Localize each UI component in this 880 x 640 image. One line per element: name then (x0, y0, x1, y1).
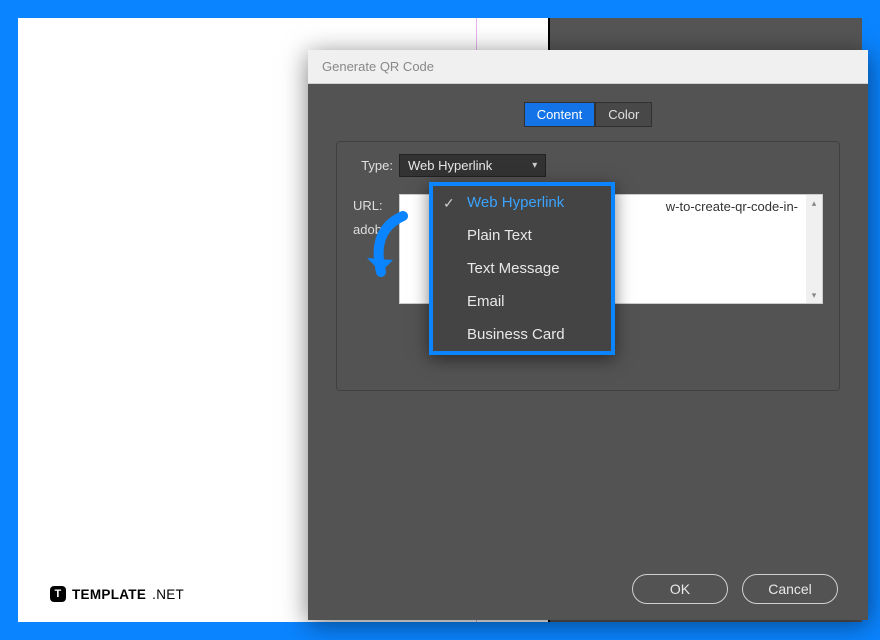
generate-qr-code-dialog: Generate QR Code Content Color Type: Web… (308, 50, 868, 620)
dialog-title: Generate QR Code (322, 59, 434, 74)
dropdown-item-business-card[interactable]: Business Card (433, 318, 611, 351)
url-label: URL: (353, 198, 383, 213)
watermark-name: TEMPLATE (72, 587, 146, 602)
url-text-visible: w-to-create-qr-code-in- (666, 199, 798, 214)
watermark: T TEMPLATE .NET (50, 586, 184, 602)
dropdown-item-email[interactable]: Email (433, 285, 611, 318)
content-panel: Type: Web Hyperlink ▾ URL: adob w-to-cre… (336, 141, 840, 391)
cancel-button[interactable]: Cancel (742, 574, 838, 604)
ok-button[interactable]: OK (632, 574, 728, 604)
scroll-down-icon[interactable]: ▾ (806, 287, 822, 303)
watermark-suffix: .NET (152, 587, 184, 602)
tab-color[interactable]: Color (595, 102, 652, 127)
dropdown-item-plain-text[interactable]: Plain Text (433, 219, 611, 252)
dropdown-item-text-message[interactable]: Text Message (433, 252, 611, 285)
screenshot-frame: Generate QR Code Content Color Type: Web… (18, 18, 862, 622)
dropdown-item-web-hyperlink[interactable]: ✓ Web Hyperlink (433, 186, 611, 219)
type-label: Type: (353, 158, 399, 173)
type-select[interactable]: Web Hyperlink ▾ (399, 154, 546, 177)
check-icon: ✓ (443, 195, 455, 212)
textarea-scrollbar[interactable]: ▴ ▾ (806, 195, 822, 303)
type-dropdown-open: ✓ Web Hyperlink Plain Text Text Message … (429, 182, 615, 355)
dialog-titlebar: Generate QR Code (308, 50, 868, 84)
watermark-icon: T (50, 586, 66, 602)
dialog-tabs: Content Color (308, 84, 868, 141)
scroll-up-icon[interactable]: ▴ (806, 195, 822, 211)
url-adob-fragment: adob (353, 222, 382, 237)
type-row: Type: Web Hyperlink ▾ (353, 154, 823, 177)
tab-content[interactable]: Content (524, 102, 596, 127)
type-select-value: Web Hyperlink (408, 158, 492, 173)
chevron-down-icon: ▾ (532, 160, 537, 171)
dialog-button-row: OK Cancel (632, 574, 838, 604)
